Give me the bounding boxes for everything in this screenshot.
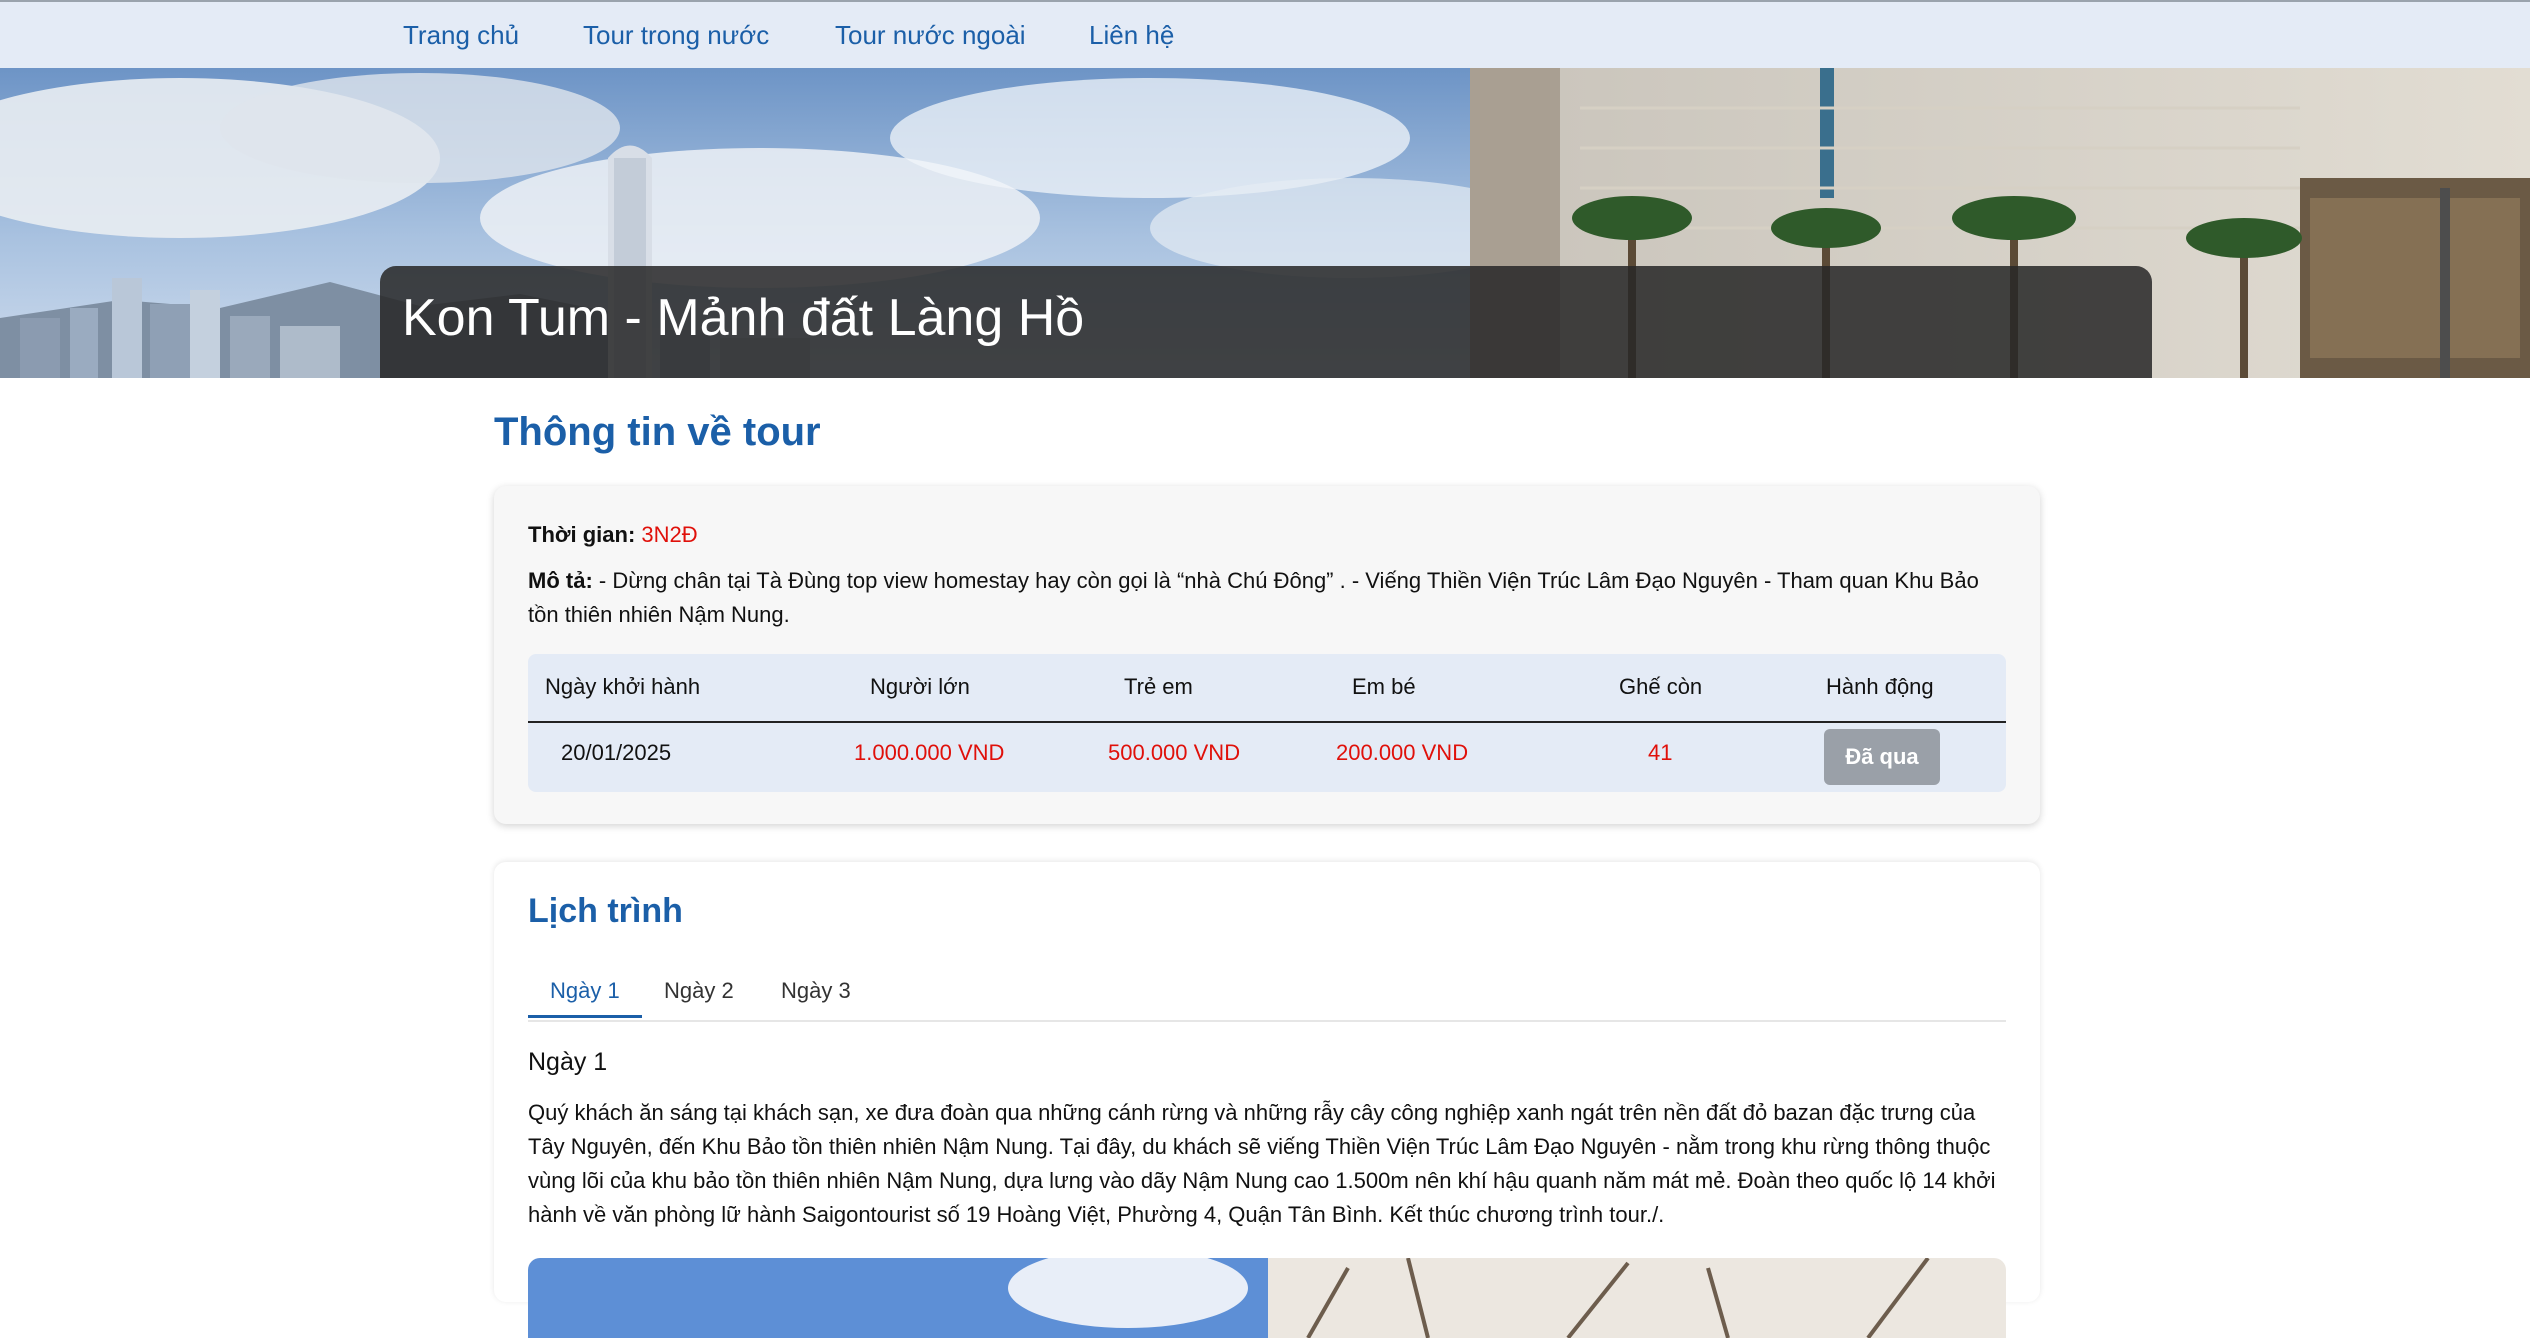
tab-day-3[interactable]: Ngày 3 [781, 978, 851, 1004]
tour-info-card: Thời gian: 3N2Đ Mô tả: - Dừng chân tại T… [494, 486, 2040, 824]
row-baby-price: 200.000 VND [1336, 740, 1469, 765]
nav-link-contact[interactable]: Liên hệ [1089, 20, 1174, 51]
tab-day-2[interactable]: Ngày 2 [664, 978, 734, 1004]
nav-link-home[interactable]: Trang chủ [403, 20, 519, 51]
col-header-child: Trẻ em [1124, 674, 1193, 699]
col-header-departure-date: Ngày khởi hành [545, 674, 701, 699]
tab-day-1[interactable]: Ngày 1 [550, 978, 620, 1004]
nav-link-domestic-tours[interactable]: Tour trong nước [583, 20, 769, 51]
row-departure-date: 20/01/2025 [561, 740, 672, 765]
itinerary-card: Lịch trình Ngày 1 Ngày 2 Ngày 3 Ngày 1 Q… [494, 862, 2040, 1338]
duration-value: 3N2Đ [641, 522, 698, 547]
departed-button[interactable]: Đã qua [1824, 729, 1940, 785]
nav-link-international-tours[interactable]: Tour nước ngoài [835, 20, 1026, 51]
active-tab-indicator [528, 1015, 642, 1018]
description-label: Mô tả: [528, 568, 593, 593]
row-child-price: 500.000 VND [1108, 740, 1241, 765]
tour-info-heading: Thông tin về tour [494, 410, 821, 454]
itinerary-heading: Lịch trình [528, 892, 683, 930]
duration-label: Thời gian: [528, 522, 636, 547]
hero-title-band: Kon Tum - Mảnh đất Làng Hồ [380, 266, 2152, 378]
row-seats-left: 41 [1648, 740, 1673, 765]
tour-title: Kon Tum - Mảnh đất Làng Hồ [402, 289, 1085, 347]
col-header-action: Hành động [1826, 674, 1934, 699]
day-photo [528, 1258, 2006, 1338]
day-photo-image [528, 1258, 2006, 1338]
duration-line: Thời gian: 3N2Đ [528, 518, 698, 552]
departure-table: Ngày khởi hành Người lớn Trẻ em Em bé Gh… [528, 654, 2006, 792]
description-text: - Dừng chân tại Tà Đùng top view homesta… [528, 568, 1979, 627]
col-header-baby: Em bé [1352, 674, 1416, 699]
day-description: Quý khách ăn sáng tại khách sạn, xe đưa … [528, 1100, 1996, 1227]
day-title: Ngày 1 [528, 1048, 608, 1076]
col-header-seats: Ghế còn [1619, 674, 1703, 699]
table-header-divider [528, 721, 2006, 723]
description-line: Mô tả: - Dừng chân tại Tà Đùng top view … [528, 564, 2006, 632]
itinerary-tabs: Ngày 1 Ngày 2 Ngày 3 [528, 970, 2006, 1022]
hero-banner: Kon Tum - Mảnh đất Làng Hồ [0, 68, 2530, 378]
top-navigation: Trang chủ Tour trong nước Tour nước ngoà… [0, 0, 2530, 68]
col-header-adult: Người lớn [870, 674, 970, 699]
row-adult-price: 1.000.000 VND [854, 740, 1005, 765]
